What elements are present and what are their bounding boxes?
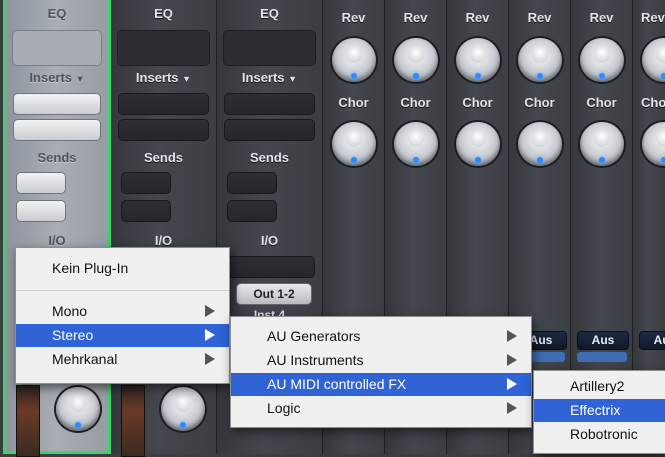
inserts-label[interactable]: Inserts ▼	[6, 70, 108, 85]
chor-knob[interactable]	[518, 122, 562, 166]
rev-label: Rev	[589, 10, 614, 25]
rev-label: Rev	[641, 10, 665, 25]
io-label: I/O	[48, 233, 66, 248]
chor-label: Chor	[641, 95, 665, 110]
eq-display[interactable]	[117, 30, 210, 66]
rev-knob[interactable]	[580, 38, 624, 82]
menu-item-mono[interactable]: Mono	[16, 300, 229, 323]
send-slot-1[interactable]	[121, 172, 171, 194]
dropdown-arrow-icon: ▼	[288, 74, 298, 84]
insert-slot-2[interactable]	[118, 119, 209, 141]
menu-separator	[16, 290, 229, 291]
insert-slot-2[interactable]	[224, 119, 315, 141]
rev-label: Rev	[527, 10, 552, 25]
submenu-arrow-icon	[205, 353, 215, 365]
rev-label: Rev	[341, 10, 366, 25]
send-slot-2[interactable]	[227, 200, 277, 222]
chor-label: Chor	[586, 95, 617, 110]
insert-slot-1[interactable]	[224, 93, 315, 115]
menu-item-artillery2[interactable]: Artillery2	[534, 375, 665, 398]
menu-item-robotronic[interactable]: Robotronic	[534, 423, 665, 446]
send-slot-1[interactable]	[16, 172, 66, 194]
chor-label: Chor	[524, 95, 555, 110]
rev-knob[interactable]	[642, 38, 665, 82]
eq-label: EQ	[260, 6, 279, 21]
insert-slot-2[interactable]	[13, 119, 101, 141]
dropdown-arrow-icon: ▼	[75, 74, 85, 84]
send-slot-1[interactable]	[227, 172, 277, 194]
rev-label: Rev	[403, 10, 428, 25]
submenu-arrow-icon	[507, 330, 517, 342]
chor-knob[interactable]	[456, 122, 500, 166]
eq-label: EQ	[154, 6, 173, 21]
sends-label: Sends	[143, 150, 183, 165]
rev-knob[interactable]	[394, 38, 438, 82]
eq-label: EQ	[47, 6, 67, 21]
submenu-arrow-icon	[507, 378, 517, 390]
menu-item-mehrkanal[interactable]: Mehrkanal	[16, 348, 229, 371]
io-label: I/O	[260, 233, 279, 248]
io-label: I/O	[154, 233, 173, 248]
chor-label: Chor	[462, 95, 493, 110]
menu-item-effectrix[interactable]: Effectrix	[534, 399, 665, 422]
rev-label: Rev	[465, 10, 490, 25]
send-slot-2[interactable]	[121, 200, 171, 222]
chor-label: Chor	[338, 95, 369, 110]
menu-item-stereo[interactable]: Stereo	[16, 324, 229, 347]
inserts-label[interactable]: Inserts ▼	[111, 70, 216, 85]
aus-button[interactable]: Aus	[577, 331, 629, 350]
menu-item-kein-plugin[interactable]: Kein Plug-In	[16, 257, 229, 280]
submenu-arrow-icon	[205, 305, 215, 317]
level-meter	[16, 385, 40, 457]
chor-knob[interactable]	[394, 122, 438, 166]
rev-knob[interactable]	[332, 38, 376, 82]
submenu-arrow-icon	[205, 329, 215, 341]
menu-item-au-midi-controlled-fx[interactable]: AU MIDI controlled FX	[231, 373, 531, 396]
eq-display[interactable]	[12, 30, 102, 66]
insert-slot-1[interactable]	[13, 93, 101, 115]
channel-strip-1[interactable]: EQ Inserts ▼ Sends I/O	[3, 0, 111, 457]
pan-knob[interactable]	[56, 387, 100, 431]
output-button[interactable]: Out 1-2	[236, 283, 312, 305]
menu-item-au-instruments[interactable]: AU Instruments	[231, 349, 531, 372]
chor-knob[interactable]	[332, 122, 376, 166]
rev-knob[interactable]	[456, 38, 500, 82]
inserts-label[interactable]: Inserts ▼	[217, 70, 322, 85]
send-slot-2[interactable]	[16, 200, 66, 222]
pan-knob[interactable]	[161, 387, 205, 431]
chor-knob[interactable]	[642, 122, 665, 166]
input-slot[interactable]	[224, 256, 315, 278]
rev-knob[interactable]	[518, 38, 562, 82]
channel-strip-2[interactable]: EQ Inserts ▼ Sends I/O	[111, 0, 217, 457]
submenu-arrow-icon	[507, 354, 517, 366]
dropdown-arrow-icon: ▼	[182, 74, 192, 84]
fx-submenu: Artillery2 Effectrix Robotronic	[533, 370, 665, 454]
level-meter	[121, 385, 145, 457]
insert-slot-1[interactable]	[118, 93, 209, 115]
chor-label: Chor	[400, 95, 431, 110]
chor-knob[interactable]	[580, 122, 624, 166]
submenu-arrow-icon	[507, 402, 517, 414]
plugin-menu: Kein Plug-In Mono Stereo Mehrkanal	[15, 247, 230, 384]
menu-item-logic[interactable]: Logic	[231, 397, 531, 420]
eq-display[interactable]	[223, 30, 316, 66]
mixer-window: EQ Inserts ▼ Sends I/O EQ Inserts ▼ Send…	[0, 0, 665, 457]
menu-item-au-generators[interactable]: AU Generators	[231, 325, 531, 348]
sends-label: Sends	[37, 150, 77, 165]
stereo-submenu: AU Generators AU Instruments AU MIDI con…	[230, 316, 532, 428]
aus-button[interactable]: Aus	[639, 331, 665, 350]
sends-label: Sends	[249, 150, 289, 165]
aus-indicator	[577, 352, 627, 362]
